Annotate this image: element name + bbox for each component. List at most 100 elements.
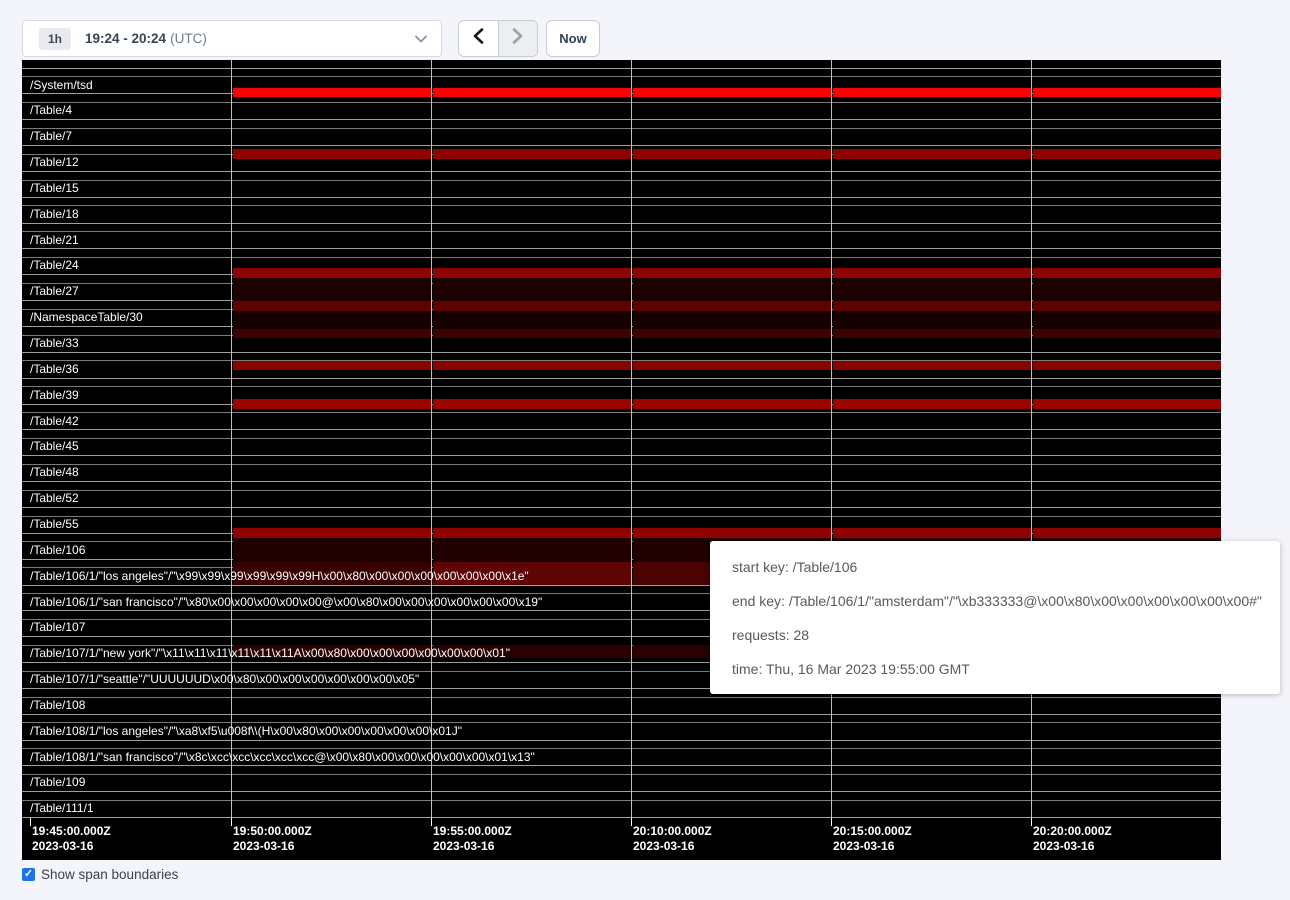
x-axis-label: 20:20:00.000Z2023-03-16 bbox=[1033, 824, 1112, 854]
x-axis-label: 19:45:00.000Z2023-03-16 bbox=[32, 824, 111, 854]
row-label: /Table/106/1/"los angeles"/"\x99\x99\x99… bbox=[30, 569, 529, 583]
row-label: /Table/42 bbox=[30, 414, 79, 428]
span-boundary-subline bbox=[22, 180, 1221, 181]
x-axis-label: 20:10:00.000Z2023-03-16 bbox=[633, 824, 712, 854]
row-label: /Table/4 bbox=[30, 103, 72, 117]
next-interval-button[interactable] bbox=[498, 21, 538, 56]
span-boundary-line bbox=[22, 145, 1221, 146]
range-text: 19:24 - 20:24(UTC) bbox=[85, 31, 207, 46]
chevron-down-icon bbox=[415, 30, 427, 48]
x-axis-tick bbox=[231, 818, 232, 826]
heat-band bbox=[1033, 361, 1221, 370]
row-label: /Table/107 bbox=[30, 620, 85, 634]
row-label: /Table/52 bbox=[30, 491, 79, 505]
row-label: /Table/39 bbox=[30, 388, 79, 402]
time-range-select[interactable]: 1h 19:24 - 20:24(UTC) bbox=[22, 20, 442, 57]
span-boundary-subline bbox=[22, 516, 1221, 517]
span-boundary-line bbox=[22, 817, 1221, 818]
heat-band bbox=[233, 268, 431, 278]
row-label: /Table/45 bbox=[30, 439, 79, 453]
heat-band bbox=[833, 361, 1031, 370]
row-label: /NamespaceTable/30 bbox=[30, 310, 143, 324]
heat-band bbox=[833, 528, 1031, 538]
heat-band bbox=[633, 329, 831, 338]
heat-band bbox=[1033, 528, 1221, 538]
span-boundary-subline bbox=[22, 438, 1221, 439]
row-label: /System/tsd bbox=[30, 78, 93, 92]
keyvis-canvas[interactable]: /System/tsd/Table/4/Table/7/Table/12/Tab… bbox=[22, 60, 1221, 860]
heat-band bbox=[233, 301, 431, 311]
x-axis-tick bbox=[631, 818, 632, 826]
heat-band bbox=[233, 399, 431, 409]
range-duration-badge: 1h bbox=[39, 28, 71, 50]
row-label: /Table/21 bbox=[30, 233, 79, 247]
span-boundary-subline bbox=[22, 257, 1221, 258]
heat-band bbox=[233, 311, 431, 329]
row-label: /Table/107/1/"seattle"/"UUUUUUD\x00\x80\… bbox=[30, 672, 419, 686]
x-axis-tick bbox=[1031, 818, 1032, 826]
heat-band bbox=[833, 88, 1031, 97]
heat-band bbox=[1033, 278, 1221, 301]
row-label: /Table/24 bbox=[30, 258, 79, 272]
x-axis-tick bbox=[831, 818, 832, 826]
row-label: /Table/55 bbox=[30, 517, 79, 531]
x-axis-tick bbox=[431, 818, 432, 826]
heat-band bbox=[1033, 311, 1221, 329]
heat-band bbox=[433, 311, 631, 329]
time-gridline bbox=[831, 60, 832, 826]
span-boundary-line bbox=[22, 791, 1221, 792]
span-boundary-line bbox=[22, 119, 1221, 120]
previous-interval-button[interactable] bbox=[459, 21, 498, 56]
row-label: /Table/106/1/"san francisco"/"\x80\x00\x… bbox=[30, 595, 542, 609]
show-span-boundaries-toggle[interactable]: ✓ Show span boundaries bbox=[22, 867, 178, 882]
heat-band bbox=[1033, 301, 1221, 311]
x-axis-label: 19:55:00.000Z2023-03-16 bbox=[433, 824, 512, 854]
span-boundary-line bbox=[22, 765, 1221, 766]
row-label: /Table/36 bbox=[30, 362, 79, 376]
heat-band bbox=[633, 268, 831, 278]
heat-band bbox=[1033, 268, 1221, 278]
span-boundary-line bbox=[22, 740, 1221, 741]
span-boundary-line bbox=[22, 223, 1221, 224]
row-label: /Table/107/1/"new york"/"\x11\x11\x11\x1… bbox=[30, 646, 510, 660]
heat-band bbox=[633, 88, 831, 97]
heat-band bbox=[1033, 88, 1221, 97]
heat-band bbox=[433, 329, 631, 338]
tooltip-end-key: end key: /Table/106/1/"amsterdam"/"\xb33… bbox=[732, 592, 1266, 610]
heat-band bbox=[433, 268, 631, 278]
span-boundary-line bbox=[22, 248, 1221, 249]
heat-band bbox=[433, 149, 631, 159]
span-boundary-subline bbox=[22, 205, 1221, 206]
heat-band bbox=[233, 88, 431, 97]
row-label: /Table/33 bbox=[30, 336, 79, 350]
row-label: /Table/108/1/"los angeles"/"\xa8\xf5\u00… bbox=[30, 724, 462, 738]
heat-band bbox=[633, 278, 831, 301]
tooltip-start-key: start key: /Table/106 bbox=[732, 558, 1266, 576]
heat-band bbox=[233, 329, 431, 338]
span-boundary-line bbox=[22, 352, 1221, 353]
row-label: /Table/7 bbox=[30, 129, 72, 143]
heat-band bbox=[233, 538, 431, 562]
heat-band bbox=[633, 149, 831, 159]
heat-band bbox=[433, 399, 631, 409]
heat-band bbox=[833, 301, 1031, 311]
heat-band bbox=[1033, 329, 1221, 338]
x-axis-label: 19:50:00.000Z2023-03-16 bbox=[233, 824, 312, 854]
heat-band bbox=[833, 268, 1031, 278]
chevron-left-icon bbox=[473, 28, 484, 49]
now-button[interactable]: Now bbox=[546, 20, 600, 57]
span-boundary-subline bbox=[22, 774, 1221, 775]
span-boundary-subline bbox=[22, 464, 1221, 465]
heat-band bbox=[233, 149, 431, 159]
heat-band bbox=[833, 311, 1031, 329]
checkbox-checked-icon[interactable]: ✓ bbox=[22, 868, 35, 881]
span-boundary-line bbox=[22, 714, 1221, 715]
row-label: /Table/18 bbox=[30, 207, 79, 221]
span-boundary-subline bbox=[22, 76, 1221, 77]
range-timezone: (UTC) bbox=[170, 31, 207, 46]
time-gridline bbox=[431, 60, 432, 826]
bucket-tooltip: start key: /Table/106 end key: /Table/10… bbox=[710, 541, 1280, 694]
chevron-right-icon bbox=[512, 28, 523, 49]
heat-band bbox=[233, 528, 431, 538]
row-label: /Table/108/1/"san francisco"/"\x8c\xcc\x… bbox=[30, 750, 535, 764]
